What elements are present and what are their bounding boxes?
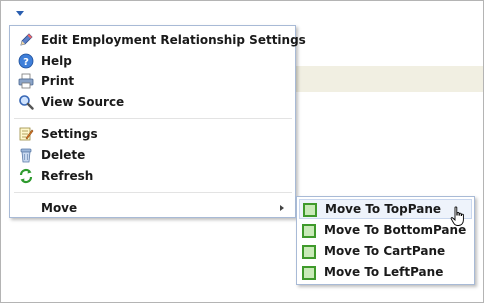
magnifier-icon [18,94,34,110]
menu-item-edit-employment-settings[interactable]: Edit Employment Relationship Settings [14,30,306,50]
submenu-item-label: Move To TopPane [325,202,442,216]
menu-item-print[interactable]: Print [14,71,292,91]
printer-icon [18,73,34,89]
pencil-icon [18,32,34,48]
submenu-item-move-left-pane[interactable]: Move To LeftPane [299,262,472,282]
menu-item-label: Print [41,74,75,88]
menu-item-refresh[interactable]: Refresh [14,166,292,186]
pane-icon [303,202,317,217]
hand-cursor-icon [450,206,468,231]
menu-item-delete[interactable]: Delete [14,145,292,165]
context-menu: Edit Employment Relationship Settings ? … [9,25,306,218]
menu-item-label: View Source [41,95,125,109]
move-submenu: Move To TopPane Move To BottomPane Move … [296,196,475,285]
help-icon: ? [18,53,34,69]
trash-icon [18,147,34,163]
menu-item-label: Help [41,54,72,68]
menu-item-settings[interactable]: Settings [14,124,292,144]
menu-item-label: Delete [41,148,86,162]
refresh-icon [18,168,34,184]
menu-separator [14,192,292,193]
submenu-item-label: Move To CartPane [324,244,446,258]
submenu-item-label: Move To LeftPane [324,265,444,279]
menu-item-label: Edit Employment Relationship Settings [41,33,306,47]
pane-icon [302,223,316,238]
submenu-item-label: Move To BottomPane [324,223,467,237]
menu-item-label: Move [41,201,78,215]
dropdown-arrow-icon[interactable] [16,11,24,16]
menu-item-label: Settings [41,127,98,141]
submenu-arrow-icon [280,205,284,211]
menu-item-move[interactable]: Move [14,198,292,218]
submenu-item-move-bottom-pane[interactable]: Move To BottomPane [299,220,472,240]
submenu-item-move-top-pane[interactable]: Move To TopPane [299,199,472,219]
menu-separator [14,118,292,119]
menu-item-label: Refresh [41,169,94,183]
pane-icon [302,265,316,280]
settings-notepad-icon [18,126,34,142]
menu-item-help[interactable]: ? Help [14,51,292,71]
background-band [290,66,483,92]
menu-item-view-source[interactable]: View Source [14,92,292,112]
svg-text:?: ? [23,57,29,68]
pane-icon [302,244,316,259]
submenu-item-move-cart-pane[interactable]: Move To CartPane [299,241,472,261]
